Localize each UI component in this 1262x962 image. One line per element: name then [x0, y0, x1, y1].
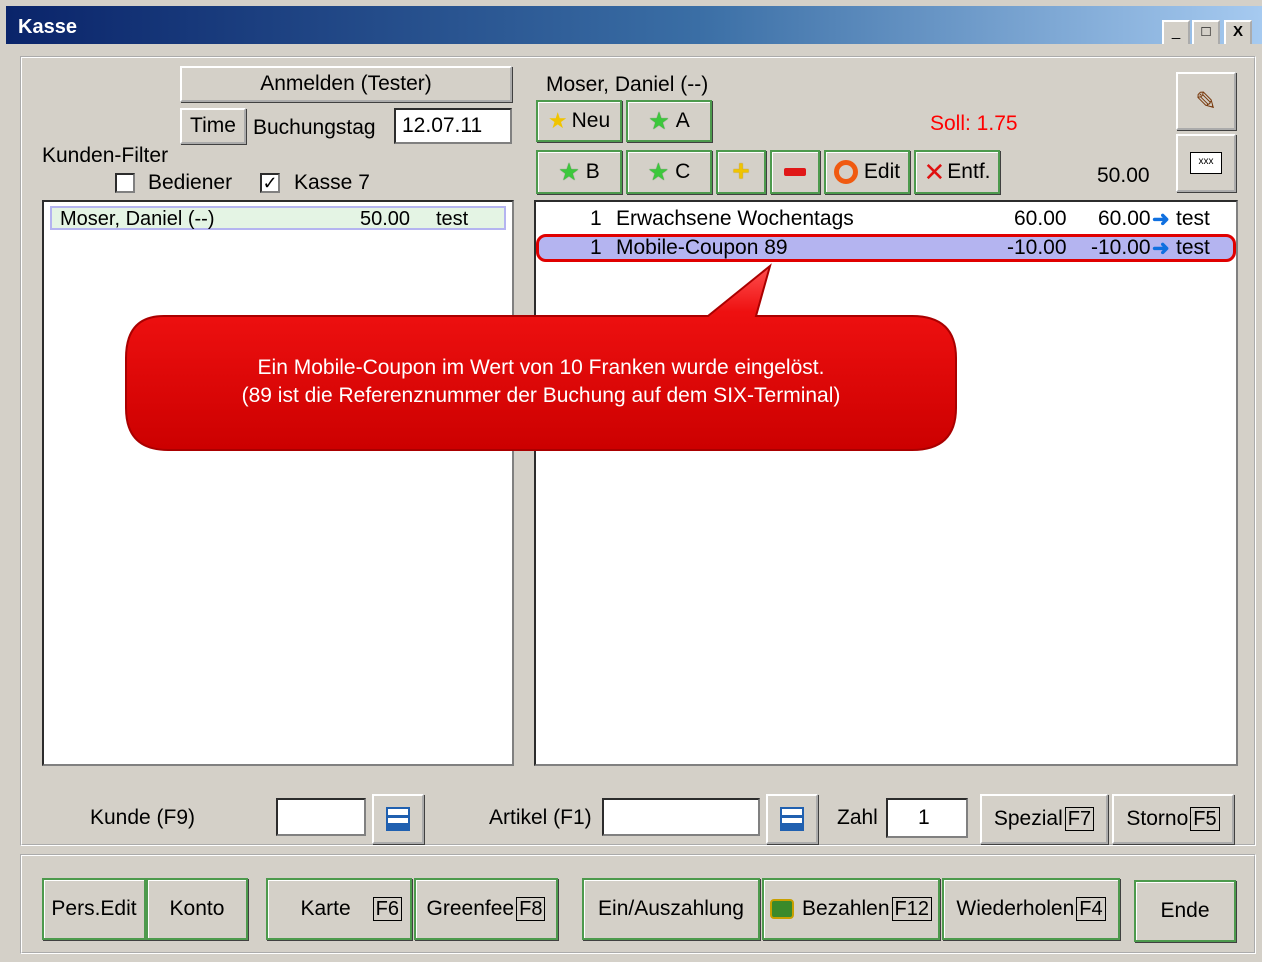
artikel-label: Artikel (F1): [489, 806, 592, 829]
maximize-button[interactable]: □: [1192, 20, 1220, 46]
soll-value: Soll: 1.75: [930, 112, 1018, 135]
title-bar: Kasse _ □ X: [6, 6, 1262, 46]
customer-note: test: [436, 208, 469, 230]
magic-wand-icon: ✎: [1195, 85, 1217, 116]
remove-button[interactable]: [770, 150, 820, 194]
item-total: -10.00: [1091, 236, 1151, 259]
zahl-input[interactable]: 1: [886, 798, 968, 838]
bezahlen-button[interactable]: Bezahlen F12: [762, 878, 940, 940]
a-label: A: [675, 109, 690, 132]
f8-key: F8: [516, 897, 546, 921]
buchungstag-field[interactable]: 12.07.11: [394, 108, 512, 144]
f6-key: F6: [372, 897, 402, 921]
edit-label: Edit: [863, 160, 901, 183]
star-icon: ★: [547, 108, 568, 133]
edit-button[interactable]: Edit: [824, 150, 910, 194]
signature-pad-icon: xxx: [1190, 152, 1222, 174]
karte-label: Karte: [300, 897, 351, 920]
delete-button[interactable]: ✕ Entf.: [914, 150, 1000, 194]
artikel-input[interactable]: [602, 798, 760, 836]
ende-button[interactable]: Ende: [1134, 880, 1236, 942]
greenfee-button[interactable]: Greenfee F8: [414, 878, 558, 940]
item-price: 60.00: [1014, 207, 1067, 230]
list-item[interactable]: Moser, Daniel (--) 50.00 test: [50, 206, 506, 230]
close-button[interactable]: X: [1224, 20, 1252, 46]
star-icon: ★: [648, 107, 670, 135]
f4-key: F4: [1076, 897, 1106, 921]
item-name: Erwachsene Wochentags: [616, 207, 854, 230]
kunde-search-button[interactable]: [372, 794, 424, 844]
bediener-label: Bediener: [148, 171, 233, 194]
storno-button[interactable]: Storno F5: [1112, 794, 1234, 844]
karte-button[interactable]: Karte F6: [266, 878, 412, 940]
form-icon: [386, 807, 410, 831]
money-icon: [769, 899, 794, 919]
kunde-label: Kunde (F9): [90, 806, 196, 829]
minimize-button[interactable]: _: [1162, 20, 1190, 46]
callout-text: Ein Mobile-Coupon im Wert von 10 Franken…: [126, 354, 956, 410]
item-name: Mobile-Coupon 89: [616, 236, 788, 259]
bediener-checkbox[interactable]: [115, 173, 135, 193]
a-button[interactable]: ★ A: [626, 100, 712, 142]
login-button[interactable]: Anmelden (Tester): [180, 66, 512, 102]
star-icon: ★: [558, 158, 580, 186]
f5-key: F5: [1190, 807, 1220, 831]
item-note: test: [1176, 207, 1210, 230]
storno-label: Storno: [1126, 807, 1189, 830]
neu-label: Neu: [571, 109, 611, 132]
b-button[interactable]: ★ B: [536, 150, 622, 194]
kunde-input[interactable]: [276, 798, 366, 836]
item-qty: 1: [590, 236, 602, 259]
callout-line-2: (89 ist die Referenznummer der Buchung a…: [241, 384, 841, 407]
entf-label: Entf.: [947, 160, 991, 183]
f7-key: F7: [1064, 807, 1095, 831]
customer-name: Moser, Daniel (--): [60, 208, 215, 230]
filter-label: Kunden-Filter: [42, 144, 169, 167]
red-x-icon: ✕: [923, 156, 946, 187]
greenfee-label: Greenfee: [426, 897, 515, 920]
spezial-label: Spezial: [993, 807, 1063, 830]
f12-key: F12: [891, 897, 933, 921]
zahl-label: Zahl: [837, 806, 878, 829]
add-button[interactable]: +: [716, 150, 766, 194]
total-amount: 50.00: [1097, 164, 1150, 187]
spezial-button[interactable]: Spezial F7: [980, 794, 1108, 844]
item-price: -10.00: [1007, 236, 1067, 259]
einauszahlung-button[interactable]: Ein/Auszahlung: [582, 878, 760, 940]
b-label: B: [585, 160, 600, 183]
table-row[interactable]: 1 Erwachsene Wochentags 60.00 60.00 ➜ te…: [536, 206, 1236, 232]
arrow-right-icon: ➜: [1152, 207, 1170, 231]
neu-button[interactable]: ★ Neu: [536, 100, 622, 142]
item-total: 60.00: [1098, 207, 1151, 230]
window-title: Kasse: [18, 16, 77, 38]
lifebuoy-icon: [833, 160, 858, 184]
minus-icon: [784, 168, 806, 176]
item-note: test: [1176, 236, 1210, 259]
time-button[interactable]: Time: [180, 108, 246, 144]
c-label: C: [675, 160, 691, 183]
arrow-right-icon: ➜: [1152, 236, 1170, 260]
selected-customer-name: Moser, Daniel (--): [546, 73, 709, 96]
konto-button[interactable]: Konto: [146, 878, 248, 940]
signature-button[interactable]: xxx: [1176, 134, 1236, 192]
kasse-label: Kasse 7: [294, 171, 370, 194]
form-icon: [780, 807, 804, 831]
artikel-search-button[interactable]: [766, 794, 818, 844]
magic-wand-button[interactable]: ✎: [1176, 72, 1236, 130]
wiederholen-label: Wiederholen: [956, 897, 1075, 920]
wiederholen-button[interactable]: Wiederholen F4: [942, 878, 1120, 940]
buchungstag-label: Buchungstag: [253, 116, 376, 139]
callout-line-1: Ein Mobile-Coupon im Wert von 10 Franken…: [257, 356, 825, 379]
kasse-checkbox[interactable]: ✓: [260, 173, 280, 193]
star-icon: ★: [647, 158, 670, 186]
pers-edit-button[interactable]: Pers.Edit: [42, 878, 146, 940]
customer-amount: 50.00: [360, 208, 411, 230]
plus-icon: +: [732, 155, 750, 188]
item-qty: 1: [590, 207, 602, 230]
c-button[interactable]: ★ C: [626, 150, 712, 194]
bezahlen-label: Bezahlen: [801, 897, 890, 920]
